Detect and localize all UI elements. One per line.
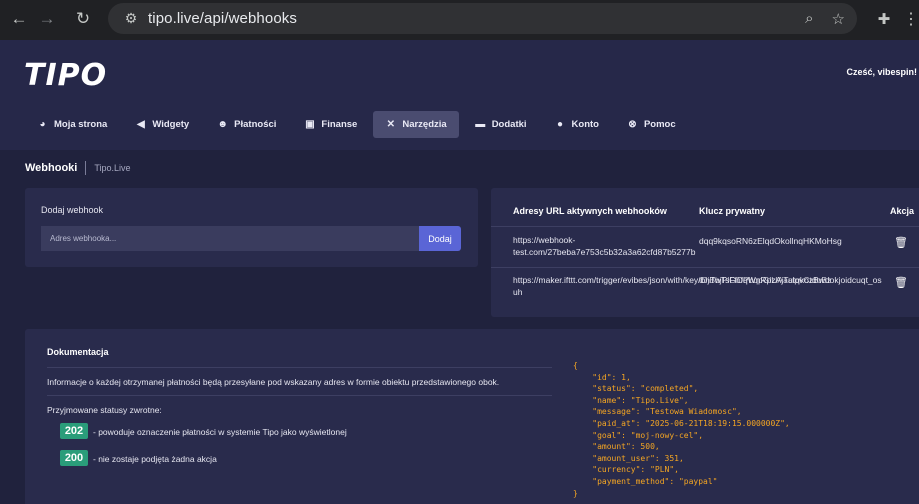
menu-label: Konto bbox=[571, 119, 599, 130]
documentation-card: Dokumentacja Informacje o każdej otrzyma… bbox=[25, 329, 919, 504]
palette-icon: ◕ bbox=[39, 119, 46, 130]
url-line: test.com/27beba7e753c5b32a3a62cfd87b5277… bbox=[513, 247, 696, 257]
breadcrumb-separator bbox=[85, 161, 87, 175]
logo[interactable]: TIPO bbox=[24, 58, 107, 93]
menu-label: Finanse bbox=[321, 119, 358, 130]
url-line: uh bbox=[513, 287, 523, 297]
menu-item-konto[interactable]: ● Konto bbox=[543, 111, 611, 138]
add-webhook-button[interactable]: Dodaj bbox=[419, 226, 461, 251]
breadcrumb: Webhooki Tipo.Live bbox=[25, 161, 131, 175]
webhook-url-input[interactable]: Adres webhooka... bbox=[41, 226, 420, 251]
table-row-key: tDjBbjPlGnfPbqpGlUAaalpvCtdoBz bbox=[699, 275, 832, 285]
menu-item-narzedzia[interactable]: ✕ Narzędzia bbox=[373, 111, 459, 138]
menu-item-finanse[interactable]: ▣ Finanse bbox=[292, 111, 369, 138]
site-info-icon[interactable]: ⚙ bbox=[114, 10, 148, 27]
divider bbox=[47, 367, 552, 368]
site-header: TIPO Cześć, vibespin! ◕ Moja strona ◀ Widg… bbox=[0, 40, 919, 150]
menu-label: Moja strona bbox=[54, 119, 108, 130]
statuses-label: Przyjmowane statusy zwrotne: bbox=[47, 405, 162, 415]
menu-item-moja-strona[interactable]: ◕ Moja strona bbox=[25, 111, 119, 138]
status-description: - nie zostaje podjęta żadna akcja bbox=[93, 454, 217, 464]
status-description: - powoduje oznaczenie płatności w system… bbox=[93, 427, 347, 437]
zoom-icon[interactable]: ⌕ bbox=[805, 10, 813, 27]
star-icon[interactable]: ☆ bbox=[832, 10, 845, 28]
reload-icon[interactable]: ↻ bbox=[64, 0, 102, 38]
forward-icon[interactable]: → bbox=[28, 0, 66, 38]
menu-item-pomoc[interactable]: ⊗ Pomoc bbox=[615, 111, 688, 138]
menu-label: Dodatki bbox=[491, 119, 527, 130]
menu-label: Widgety bbox=[152, 119, 190, 130]
divider bbox=[491, 226, 919, 227]
menu-item-dodatki[interactable]: ▬ Dodatki bbox=[463, 111, 539, 138]
user-icon: ● bbox=[557, 119, 564, 130]
trash-icon[interactable]: 🗑 bbox=[894, 236, 908, 249]
user-money-icon: ☻ bbox=[217, 119, 228, 130]
menu-item-widgety[interactable]: ◀ Widgety bbox=[123, 111, 201, 138]
extensions-icon[interactable]: ✚ bbox=[870, 5, 898, 33]
browser-toolbar: ← → ↻ ⚙ tipo.live/api/webhooks ⌕ ☆ ✚ ⋮ bbox=[0, 0, 919, 40]
column-header-action: Akcja bbox=[890, 206, 915, 216]
tools-icon: ✕ bbox=[386, 119, 396, 130]
page-title: Webhooki bbox=[25, 162, 78, 174]
payload-code-sample: { "id": 1, "status": "completed", "name"… bbox=[573, 361, 790, 498]
briefcase-icon: ▣ bbox=[305, 119, 315, 130]
add-webhook-label: Dodaj webhook bbox=[41, 205, 104, 215]
status-badge: 200 bbox=[60, 450, 88, 466]
documentation-title: Dokumentacja bbox=[47, 347, 109, 357]
box-icon: ▬ bbox=[475, 119, 486, 130]
column-header-url: Adresy URL aktywnych webhooków bbox=[513, 206, 667, 216]
divider bbox=[491, 267, 919, 268]
url-text[interactable]: tipo.live/api/webhooks bbox=[148, 10, 297, 27]
megaphone-icon: ◀ bbox=[136, 119, 145, 130]
menu-icon[interactable]: ⋮ bbox=[903, 5, 919, 33]
table-row-key: dqq9kqsoRN6zElqdOkollnqHKMoHsg bbox=[699, 236, 842, 246]
menu-label: Płatności bbox=[234, 119, 277, 130]
documentation-intro: Informacje o każdej otrzymanej płatności… bbox=[47, 377, 500, 387]
url-line: https://webhook- bbox=[513, 235, 576, 245]
divider bbox=[47, 395, 552, 396]
menu-label: Pomoc bbox=[643, 119, 676, 130]
table-row-url[interactable]: https://webhook- test.com/27beba7e753c5b… bbox=[513, 234, 695, 258]
main-menu: ◕ Moja strona ◀ Widgety ☻ Płatności ▣ Finans… bbox=[25, 111, 688, 138]
trash-icon[interactable]: 🗑 bbox=[894, 276, 908, 289]
webhooks-table-card: Adresy URL aktywnych webhooków Klucz pry… bbox=[491, 188, 919, 317]
add-webhook-card: Dodaj webhook Adres webhooka... Dodaj bbox=[25, 188, 478, 267]
greeting: Cześć, vibespin! bbox=[846, 67, 917, 77]
page: TIPO Cześć, vibespin! ◕ Moja strona ◀ Widg… bbox=[0, 40, 919, 504]
status-badge: 202 bbox=[60, 423, 88, 439]
column-header-key: Klucz prywatny bbox=[699, 206, 766, 216]
menu-label: Narzędzia bbox=[402, 119, 447, 130]
address-bar[interactable]: ⚙ tipo.live/api/webhooks ⌕ ☆ bbox=[108, 3, 857, 34]
help-icon: ⊗ bbox=[628, 119, 637, 130]
menu-item-platnosci[interactable]: ☻ Płatności bbox=[205, 111, 288, 138]
breadcrumb-sub[interactable]: Tipo.Live bbox=[94, 163, 130, 173]
